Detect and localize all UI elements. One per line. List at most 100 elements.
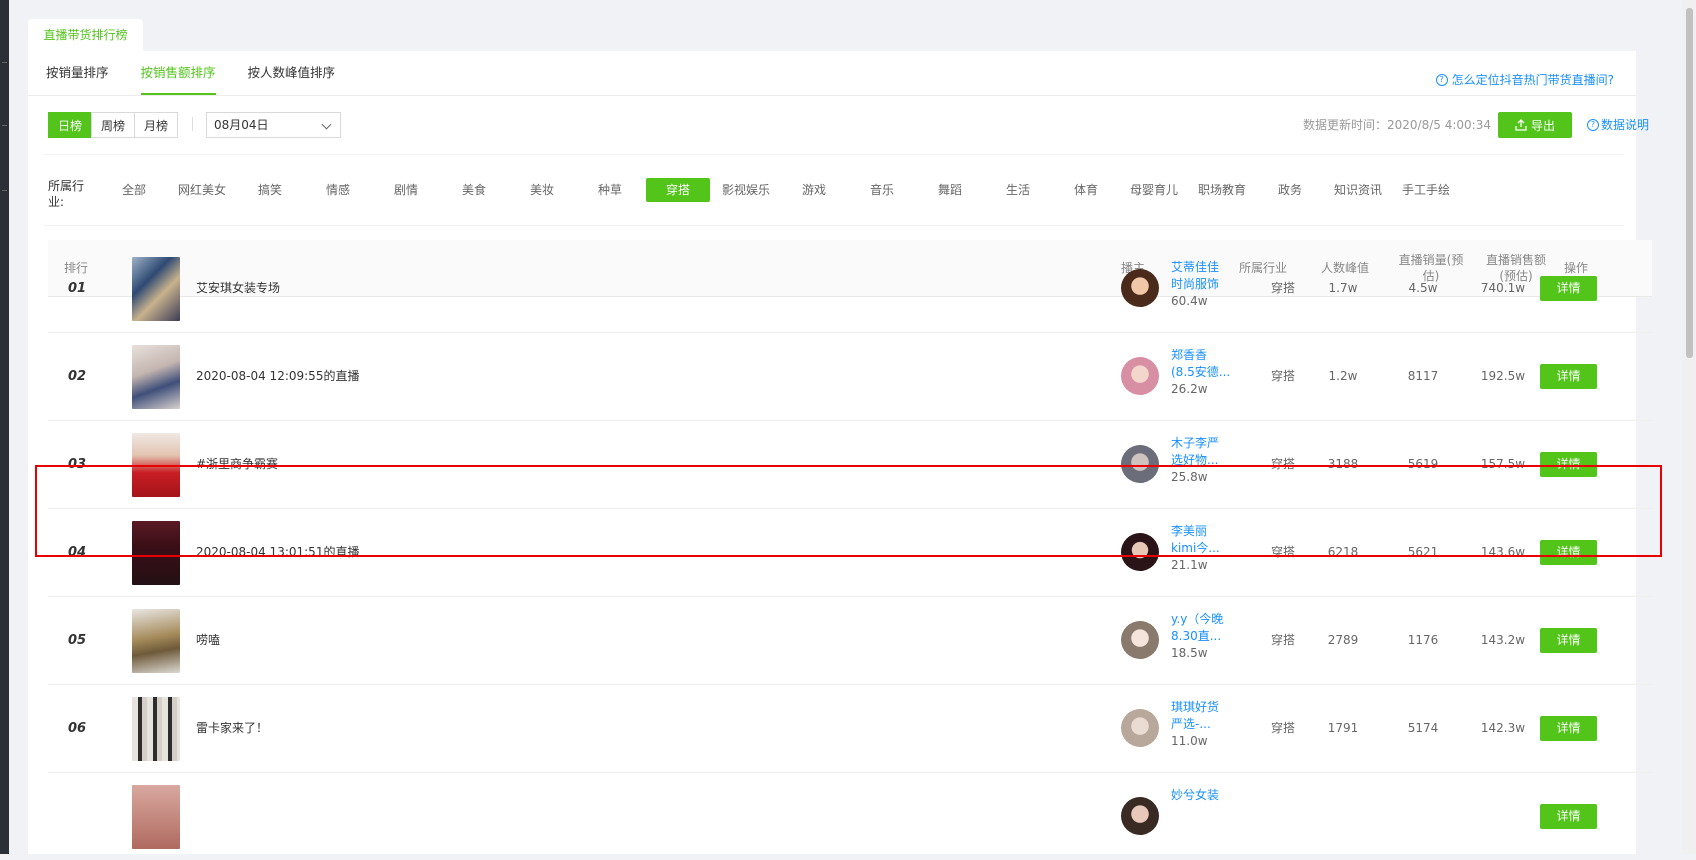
host-avatar[interactable] — [1121, 269, 1159, 307]
period-month-button[interactable]: 月榜 — [134, 112, 178, 138]
industry-option[interactable]: 手工手绘 — [1392, 178, 1460, 202]
host-info: 木子李严 选好物... 25.8w — [1171, 435, 1231, 486]
industry-option[interactable]: 种草 — [576, 178, 644, 202]
help-link[interactable]: ? 怎么定位抖音热门带货直播间? — [1435, 71, 1614, 88]
host-name-line1[interactable]: 郑香香 — [1171, 347, 1231, 364]
detail-button[interactable]: 详情 — [1540, 628, 1597, 653]
industry-option[interactable]: 剧情 — [372, 178, 440, 202]
industry-option[interactable]: 生活 — [984, 178, 1052, 202]
live-thumbnail[interactable] — [132, 697, 180, 761]
detail-button[interactable]: 详情 — [1540, 716, 1597, 741]
rank-number: 04 — [68, 545, 87, 560]
export-button[interactable]: 导出 — [1498, 112, 1572, 138]
live-thumbnail[interactable] — [132, 521, 180, 585]
host-name-line2[interactable]: kimi今... — [1171, 540, 1231, 557]
host-name-line2[interactable]: (8.5安德... — [1171, 364, 1231, 381]
industry-option[interactable]: 音乐 — [848, 178, 916, 202]
industry-option[interactable]: 美食 — [440, 178, 508, 202]
industry-option[interactable]: 情感 — [304, 178, 372, 202]
host-fans: 11.0w — [1171, 734, 1208, 748]
detail-button[interactable]: 详情 — [1540, 276, 1597, 301]
date-select[interactable]: 08月04日 — [206, 112, 341, 138]
tab-sort-by-peak[interactable]: 按人数峰值排序 — [248, 51, 336, 95]
host-avatar[interactable] — [1121, 445, 1159, 483]
host-fans: 21.1w — [1171, 558, 1208, 572]
divider — [44, 225, 1624, 226]
industry-option[interactable]: 全部 — [100, 178, 168, 202]
industry-option[interactable]: 舞蹈 — [916, 178, 984, 202]
tab-sort-by-sales[interactable]: 按销量排序 — [46, 51, 109, 95]
host-name-line2[interactable]: 时尚服饰 — [1171, 276, 1231, 293]
rank-number: 05 — [68, 633, 87, 648]
tab-live-ranking[interactable]: 直播带货排行榜 — [28, 19, 143, 52]
scrollbar-thumb[interactable] — [1686, 8, 1693, 358]
row-amount: 142.3w — [1480, 721, 1526, 735]
host-avatar[interactable] — [1121, 357, 1159, 395]
table-row: 03 #浙里商争霸赛 木子李严 选好物... 25.8w 穿搭 3188 561… — [48, 421, 1652, 509]
host-fans: 60.4w — [1171, 294, 1208, 308]
industry-option[interactable]: 游戏 — [780, 178, 848, 202]
host-avatar[interactable] — [1121, 533, 1159, 571]
rank-number: 03 — [68, 457, 87, 472]
host-info: 郑香香 (8.5安德... 26.2w — [1171, 347, 1231, 398]
host-avatar[interactable] — [1121, 797, 1159, 835]
industry-option[interactable]: 知识资讯 — [1324, 178, 1392, 202]
tab-sort-by-amount[interactable]: 按销售额排序 — [140, 51, 216, 95]
row-amount: 157.5w — [1480, 457, 1526, 471]
host-name-line1[interactable]: 李美丽 — [1171, 523, 1231, 540]
update-time: 数据更新时间：2020/8/5 4:00:34 — [1303, 118, 1491, 132]
industry-option[interactable]: 影视娱乐 — [712, 178, 780, 202]
row-peak: 3188 — [1327, 457, 1359, 471]
industry-option[interactable]: 网红美女 — [168, 178, 236, 202]
industry-option-active[interactable]: 穿搭 — [646, 178, 710, 202]
live-thumbnail[interactable] — [132, 257, 180, 321]
detail-button[interactable]: 详情 — [1540, 804, 1597, 829]
industry-option[interactable]: 美妆 — [508, 178, 576, 202]
host-fans: 26.2w — [1171, 382, 1208, 396]
live-title[interactable]: 唠嗑 — [196, 597, 220, 684]
scrollbar[interactable] — [1682, 0, 1696, 854]
live-thumbnail[interactable] — [132, 433, 180, 497]
host-info: 妙兮女装 — [1171, 787, 1231, 804]
export-label: 导出 — [1530, 118, 1555, 133]
table-row: 01 艾安琪女装专场 艾蒂佳佳 时尚服饰 60.4w 穿搭 1.7w 4.5w … — [48, 245, 1652, 333]
live-title[interactable]: 雷卡家来了！ — [196, 685, 268, 772]
host-name-line1[interactable]: 艾蒂佳佳 — [1171, 259, 1231, 276]
detail-button[interactable]: 详情 — [1540, 452, 1597, 477]
detail-button[interactable]: 详情 — [1540, 364, 1597, 389]
period-week-button[interactable]: 周榜 — [91, 112, 135, 138]
live-thumbnail[interactable] — [132, 345, 180, 409]
live-thumbnail[interactable] — [132, 785, 180, 849]
divider — [28, 95, 1636, 96]
host-name-line1[interactable]: 木子李严 — [1171, 435, 1231, 452]
host-avatar[interactable] — [1121, 709, 1159, 747]
industry-option[interactable]: 体育 — [1052, 178, 1120, 202]
question-icon: ? — [1587, 118, 1599, 131]
table-row: 妙兮女装 详情 — [48, 773, 1652, 860]
industry-option[interactable]: 搞笑 — [236, 178, 304, 202]
host-fans: 18.5w — [1171, 646, 1208, 660]
industry-option[interactable]: 政务 — [1256, 178, 1324, 202]
host-name-line2[interactable]: 选好物... — [1171, 452, 1231, 469]
row-peak: 1.2w — [1328, 369, 1358, 383]
detail-button[interactable]: 详情 — [1540, 540, 1597, 565]
rank-number: 06 — [68, 721, 87, 736]
host-name-line1[interactable]: 琪琪好货 — [1171, 699, 1231, 716]
data-description-link[interactable]: ? 数据说明 — [1587, 116, 1649, 133]
host-name-line1[interactable]: 妙兮女装 — [1171, 787, 1231, 804]
live-thumbnail[interactable] — [132, 609, 180, 673]
industry-option[interactable]: 母婴育儿 — [1120, 178, 1188, 202]
host-name-line2[interactable]: 8.30直... — [1171, 628, 1231, 645]
row-sales: 1176 — [1407, 633, 1439, 647]
question-icon: ? — [1435, 73, 1448, 86]
host-name-line2[interactable]: 严选-... — [1171, 716, 1231, 733]
period-day-button[interactable]: 日榜 — [48, 112, 92, 138]
live-title[interactable]: 2020-08-04 12:09:55的直播 — [196, 333, 359, 420]
industry-option[interactable]: 职场教育 — [1188, 178, 1256, 202]
live-title[interactable]: 2020-08-04 13:01:51的直播 — [196, 509, 359, 596]
host-name-line1[interactable]: y.y（今晚 — [1171, 611, 1231, 628]
host-avatar[interactable] — [1121, 621, 1159, 659]
live-title[interactable]: #浙里商争霸赛 — [196, 421, 278, 508]
live-title[interactable]: 艾安琪女装专场 — [196, 245, 280, 332]
industry-filter-label: 所属行业: — [48, 179, 85, 209]
